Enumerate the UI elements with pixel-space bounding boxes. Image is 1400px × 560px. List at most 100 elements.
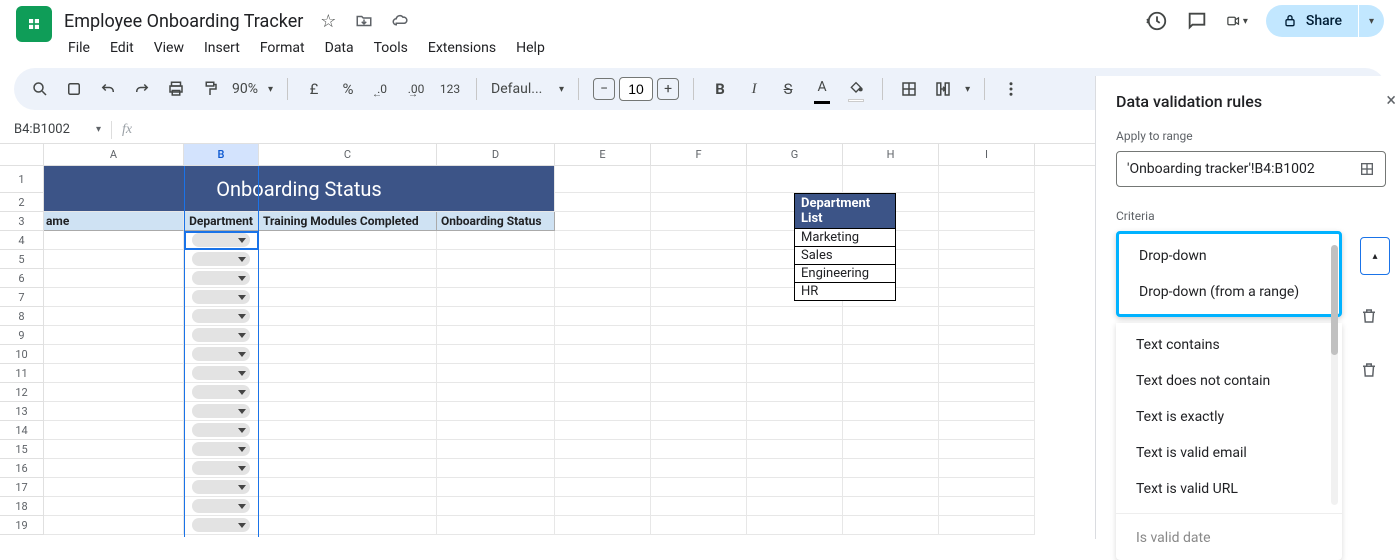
document-title[interactable]: Employee Onboarding Tracker <box>64 11 303 32</box>
cell-b11[interactable] <box>184 364 259 383</box>
cell-c16[interactable] <box>259 459 437 478</box>
dropdown-chip[interactable] <box>192 366 250 380</box>
currency-button[interactable]: £ <box>302 77 326 101</box>
col-header-d[interactable]: D <box>437 144 555 165</box>
cell-d14[interactable] <box>437 421 555 440</box>
criteria-valid-email[interactable]: Text is valid email <box>1116 435 1342 471</box>
cell-b10[interactable] <box>184 345 259 364</box>
cell-c18[interactable] <box>259 497 437 516</box>
col-header-e[interactable]: E <box>555 144 651 165</box>
borders-button[interactable] <box>897 77 921 101</box>
more-formats-button[interactable]: 123 <box>438 77 462 101</box>
dept-item-1[interactable]: Sales <box>794 247 896 265</box>
font-size-increase-button[interactable]: + <box>657 78 679 100</box>
dropdown-chip[interactable] <box>192 404 250 418</box>
cell-c7[interactable] <box>259 288 437 307</box>
cell-c17[interactable] <box>259 478 437 497</box>
cell-d19[interactable] <box>437 516 555 535</box>
cell-d7[interactable] <box>437 288 555 307</box>
zoom-level[interactable]: 90% <box>232 81 258 97</box>
cell-d15[interactable] <box>437 440 555 459</box>
cell-a5[interactable] <box>44 250 184 269</box>
print-icon[interactable] <box>164 77 188 101</box>
cell-a18[interactable] <box>44 497 184 516</box>
dropdown-chip[interactable] <box>192 442 250 456</box>
col-header-h[interactable]: H <box>843 144 939 165</box>
font-size-input[interactable] <box>619 77 653 101</box>
cell-b18[interactable] <box>184 497 259 516</box>
cell-a3[interactable]: ame <box>44 212 184 231</box>
col-header-i[interactable]: I <box>939 144 1035 165</box>
cell-c3[interactable]: Training Modules Completed <box>259 212 437 231</box>
row-header-16[interactable]: 16 <box>0 459 44 478</box>
cell-c15[interactable] <box>259 440 437 459</box>
merged-title-cell[interactable]: Onboarding Status <box>44 166 555 212</box>
cell-d3[interactable]: Onboarding Status <box>437 212 555 231</box>
col-header-g[interactable]: G <box>747 144 843 165</box>
cell-c10[interactable] <box>259 345 437 364</box>
select-range-icon[interactable] <box>1359 161 1375 177</box>
row-header-10[interactable]: 10 <box>0 345 44 364</box>
row-header-2[interactable]: 2 <box>0 193 44 212</box>
cell-d10[interactable] <box>437 345 555 364</box>
cell-b13[interactable] <box>184 402 259 421</box>
comments-icon[interactable] <box>1186 10 1208 32</box>
col-header-b[interactable]: B <box>184 144 259 165</box>
cell-d18[interactable] <box>437 497 555 516</box>
menu-data[interactable]: Data <box>325 40 354 56</box>
search-menus-icon[interactable] <box>28 77 52 101</box>
cell-d9[interactable] <box>437 326 555 345</box>
text-color-button[interactable]: A <box>810 79 834 99</box>
name-box-dropdown-icon[interactable]: ▾ <box>96 124 101 135</box>
cell-c4[interactable] <box>259 231 437 250</box>
cell-c8[interactable] <box>259 307 437 326</box>
sheets-logo-icon[interactable] <box>16 6 52 42</box>
history-icon[interactable] <box>1146 10 1168 32</box>
criteria-cutoff[interactable]: Is valid date <box>1116 520 1342 556</box>
cell-a16[interactable] <box>44 459 184 478</box>
dropdown-chip[interactable] <box>192 461 250 475</box>
cell-a4[interactable] <box>44 231 184 250</box>
cell-b17[interactable] <box>184 478 259 497</box>
move-to-folder-icon[interactable] <box>353 10 375 32</box>
col-header-f[interactable]: F <box>651 144 747 165</box>
merge-dropdown-icon[interactable]: ▾ <box>965 84 970 95</box>
cell-a14[interactable] <box>44 421 184 440</box>
cell-a8[interactable] <box>44 307 184 326</box>
share-button[interactable]: Share <box>1266 5 1358 37</box>
cell-d11[interactable] <box>437 364 555 383</box>
menu-extensions[interactable]: Extensions <box>428 40 496 56</box>
zoom-dropdown-icon[interactable]: ▾ <box>268 84 273 95</box>
dept-item-0[interactable]: Marketing <box>794 229 896 247</box>
cell-c11[interactable] <box>259 364 437 383</box>
cell-d16[interactable] <box>437 459 555 478</box>
row-header-18[interactable]: 18 <box>0 497 44 516</box>
undo-arrow-icon[interactable] <box>96 77 120 101</box>
menu-file[interactable]: File <box>68 40 90 56</box>
col-header-c[interactable]: C <box>259 144 437 165</box>
cell-a11[interactable] <box>44 364 184 383</box>
cell-b3[interactable]: Department <box>184 212 259 231</box>
row-header-6[interactable]: 6 <box>0 269 44 288</box>
cell-b14[interactable] <box>184 421 259 440</box>
italic-button[interactable]: I <box>742 77 766 101</box>
undo-icon[interactable] <box>62 77 86 101</box>
cell-a9[interactable] <box>44 326 184 345</box>
cell-b5[interactable] <box>184 250 259 269</box>
cell-d4[interactable] <box>437 231 555 250</box>
cell-a19[interactable] <box>44 516 184 535</box>
dropdown-chip[interactable] <box>192 347 250 361</box>
cell-d17[interactable] <box>437 478 555 497</box>
cell-b19[interactable] <box>184 516 259 535</box>
cell-c13[interactable] <box>259 402 437 421</box>
dropdown-chip[interactable] <box>192 499 250 513</box>
delete-option-icon[interactable] <box>1360 307 1378 325</box>
criteria-valid-url[interactable]: Text is valid URL <box>1116 471 1342 507</box>
row-header-7[interactable]: 7 <box>0 288 44 307</box>
row-header-19[interactable]: 19 <box>0 516 44 535</box>
cell-b8[interactable] <box>184 307 259 326</box>
cell-b12[interactable] <box>184 383 259 402</box>
row-header-17[interactable]: 17 <box>0 478 44 497</box>
criteria-dropdown-from-range-option[interactable]: Drop-down (from a range) <box>1119 274 1339 310</box>
criteria-scrollbar[interactable] <box>1331 245 1338 505</box>
